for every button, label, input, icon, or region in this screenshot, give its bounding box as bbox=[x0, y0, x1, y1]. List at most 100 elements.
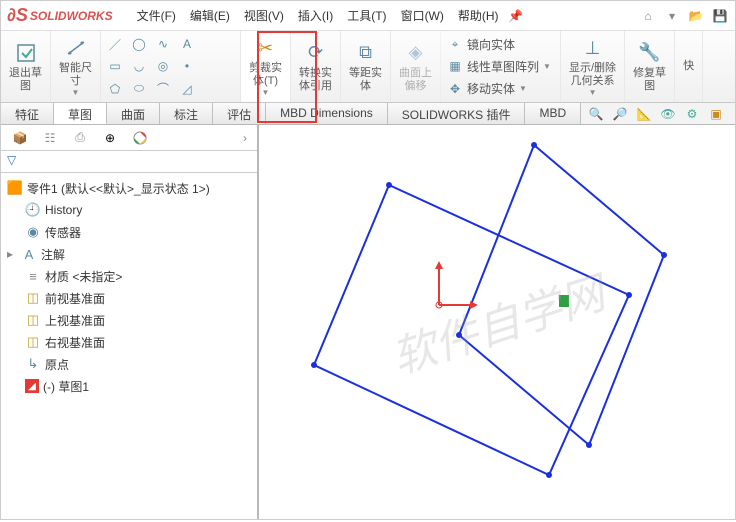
rect1[interactable] bbox=[314, 185, 629, 475]
menu-window[interactable]: 窗口(W) bbox=[395, 3, 450, 28]
tree-right[interactable]: ◫右视基准面 bbox=[3, 331, 255, 353]
tree-sensors[interactable]: ◉传感器 bbox=[3, 221, 255, 243]
surface-curve-button[interactable]: ◈ 曲面上 偏移 bbox=[391, 31, 441, 102]
brand-text: SOLIDWORKS bbox=[30, 9, 113, 23]
show-rel-button[interactable]: ⊥ 显示/删除 几何关系 ▼ bbox=[561, 31, 625, 102]
tree-sketch1[interactable]: ◢(-) 草图1 bbox=[3, 375, 255, 397]
origin-icon: ↳ bbox=[25, 356, 41, 372]
material-icon: ≡ bbox=[25, 268, 41, 284]
convert-label: 转换实 体引用 bbox=[299, 67, 332, 92]
tab-feature[interactable]: 特征 bbox=[1, 103, 54, 124]
smart-dim-button[interactable]: 智能尺 寸 ▼ bbox=[51, 31, 101, 102]
tree-annotations[interactable]: ▸A注解 bbox=[3, 243, 255, 265]
poly-icon[interactable]: ⬠ bbox=[107, 81, 123, 97]
zoomfit-icon[interactable]: 🔎 bbox=[611, 105, 629, 123]
tab-evaluate[interactable]: 评估 bbox=[213, 103, 266, 124]
tree-history[interactable]: 🕘History bbox=[3, 199, 255, 221]
text-icon[interactable]: A bbox=[179, 36, 195, 52]
menu-insert[interactable]: 插入(I) bbox=[292, 3, 339, 28]
feature-tree-panel: 📦 ☷ ⎙ ⊕ › ▽ 🟧 零件1 (默认<<默认>_显示状态 1>) 🕘His… bbox=[1, 125, 259, 519]
save-icon[interactable]: 💾 bbox=[711, 7, 729, 25]
tree-material[interactable]: ≡材质 <未指定> bbox=[3, 265, 255, 287]
config-icon[interactable]: ☷ bbox=[41, 129, 59, 147]
repair-button[interactable]: 🔧 修复草 图 bbox=[625, 31, 675, 102]
menu-view[interactable]: 视图(V) bbox=[238, 3, 290, 28]
tab-plugin[interactable]: SOLIDWORKS 插件 bbox=[388, 103, 526, 124]
arc-icon[interactable]: ◡ bbox=[131, 58, 147, 74]
zoom-icon[interactable]: 🔍 bbox=[587, 105, 605, 123]
open-icon[interactable]: 📂 bbox=[687, 7, 705, 25]
plane-icon: ◫ bbox=[25, 290, 41, 306]
filter-icon[interactable]: ▽ bbox=[7, 153, 16, 167]
chevron-down-icon: ▼ bbox=[262, 88, 270, 97]
linear-pattern-button[interactable]: ▦线性草图阵列▼ bbox=[447, 58, 554, 75]
move-icon: ✥ bbox=[447, 81, 463, 97]
quick-button[interactable]: 快 bbox=[675, 31, 703, 102]
sensors-icon: ◉ bbox=[25, 224, 41, 240]
chamfer-icon[interactable]: ◿ bbox=[179, 81, 195, 97]
scene-icon[interactable]: ▣ bbox=[707, 105, 725, 123]
graphics-canvas[interactable]: 软件自学网 bbox=[259, 125, 735, 519]
appearance-icon[interactable] bbox=[131, 129, 149, 147]
exit-sketch-icon bbox=[14, 41, 38, 65]
exit-sketch-button[interactable]: 退出草 图 bbox=[1, 31, 51, 102]
mirror-icon: ⌖ bbox=[447, 36, 463, 52]
quick-label: 快 bbox=[683, 60, 694, 73]
chevron-right-icon[interactable]: › bbox=[243, 131, 247, 145]
tab-mbddim[interactable]: MBD Dimensions bbox=[266, 103, 388, 124]
menu-bar: 文件(F) 编辑(E) 视图(V) 插入(I) 工具(T) 窗口(W) 帮助(H… bbox=[131, 3, 525, 28]
rect-icon[interactable]: ▭ bbox=[107, 58, 123, 74]
pin-icon[interactable]: 📌 bbox=[507, 7, 525, 25]
tree-root[interactable]: 🟧 零件1 (默认<<默认>_显示状态 1>) bbox=[3, 177, 255, 199]
expand-icon[interactable]: ▸ bbox=[7, 247, 17, 261]
tab-surface[interactable]: 曲面 bbox=[107, 103, 160, 124]
slot-icon[interactable]: ⬭ bbox=[131, 81, 147, 97]
tab-sketch[interactable]: 草图 bbox=[54, 103, 107, 124]
menu-file[interactable]: 文件(F) bbox=[131, 3, 182, 28]
workspace: 📦 ☷ ⎙ ⊕ › ▽ 🟧 零件1 (默认<<默认>_显示状态 1>) 🕘His… bbox=[1, 125, 735, 519]
spline-icon[interactable]: ∿ bbox=[155, 36, 171, 52]
sketch-svg bbox=[259, 125, 735, 519]
move-button[interactable]: ✥移动实体▼ bbox=[447, 80, 554, 97]
chevron-down-icon: ▼ bbox=[72, 88, 80, 97]
surface-curve-icon: ◈ bbox=[404, 41, 428, 65]
compass-icon[interactable]: ⊕ bbox=[101, 129, 119, 147]
ribbon: 退出草 图 智能尺 寸 ▼ ／ ◯ ∿ A ▭ ◡ ◎ • ⬠ ⬭ ⌒ ◿ ✂ … bbox=[1, 31, 735, 103]
origin-axes bbox=[435, 261, 478, 309]
part-root-icon: 🟧 bbox=[7, 180, 23, 196]
part-icon[interactable]: 📦 bbox=[11, 129, 29, 147]
point-icon[interactable]: • bbox=[179, 58, 195, 74]
menu-help[interactable]: 帮助(H) bbox=[452, 3, 505, 28]
home-icon[interactable]: ⌂ bbox=[639, 7, 657, 25]
settings-icon[interactable]: ⚙ bbox=[683, 105, 701, 123]
display-icon[interactable]: 👁 bbox=[659, 105, 677, 123]
circle-icon[interactable]: ◯ bbox=[131, 36, 147, 52]
app-logo: ∂S SOLIDWORKS bbox=[7, 5, 113, 26]
tree-config-icon[interactable]: ⎙ bbox=[71, 129, 89, 147]
tree-top[interactable]: ◫上视基准面 bbox=[3, 309, 255, 331]
tree-front[interactable]: ◫前视基准面 bbox=[3, 287, 255, 309]
fillet-icon[interactable]: ⌒ bbox=[155, 81, 171, 97]
line-icon[interactable]: ／ bbox=[107, 36, 123, 52]
title-quick-access: ⌂ ▾ 📂 💾 bbox=[639, 7, 729, 25]
annotations-icon: A bbox=[21, 246, 37, 262]
midpoint-handle[interactable] bbox=[559, 295, 569, 307]
tab-annotate[interactable]: 标注 bbox=[160, 103, 213, 124]
section-icon[interactable]: 📐 bbox=[635, 105, 653, 123]
offset-button[interactable]: ⧉ 等距实 体 bbox=[341, 31, 391, 102]
menu-tools[interactable]: 工具(T) bbox=[341, 3, 392, 28]
menu-edit[interactable]: 编辑(E) bbox=[184, 3, 236, 28]
sketch-icon: ◢ bbox=[25, 379, 39, 393]
new-icon[interactable]: ▾ bbox=[663, 7, 681, 25]
trim-icon: ✂ bbox=[254, 36, 278, 60]
mirror-button[interactable]: ⌖镜向实体 bbox=[447, 36, 554, 53]
convert-icon: ⟳ bbox=[304, 41, 328, 65]
chevron-down-icon: ▼ bbox=[589, 88, 597, 97]
trim-button[interactable]: ✂ 剪裁实 体(T) ▼ bbox=[241, 31, 291, 102]
ellipse-icon[interactable]: ◎ bbox=[155, 58, 171, 74]
ds-icon: ∂S bbox=[7, 5, 28, 26]
tab-mbd[interactable]: MBD bbox=[525, 103, 581, 124]
feature-tree[interactable]: 🟧 零件1 (默认<<默认>_显示状态 1>) 🕘History ◉传感器 ▸ A… bbox=[1, 173, 257, 519]
tree-origin[interactable]: ↳原点 bbox=[3, 353, 255, 375]
convert-button[interactable]: ⟳ 转换实 体引用 bbox=[291, 31, 341, 102]
